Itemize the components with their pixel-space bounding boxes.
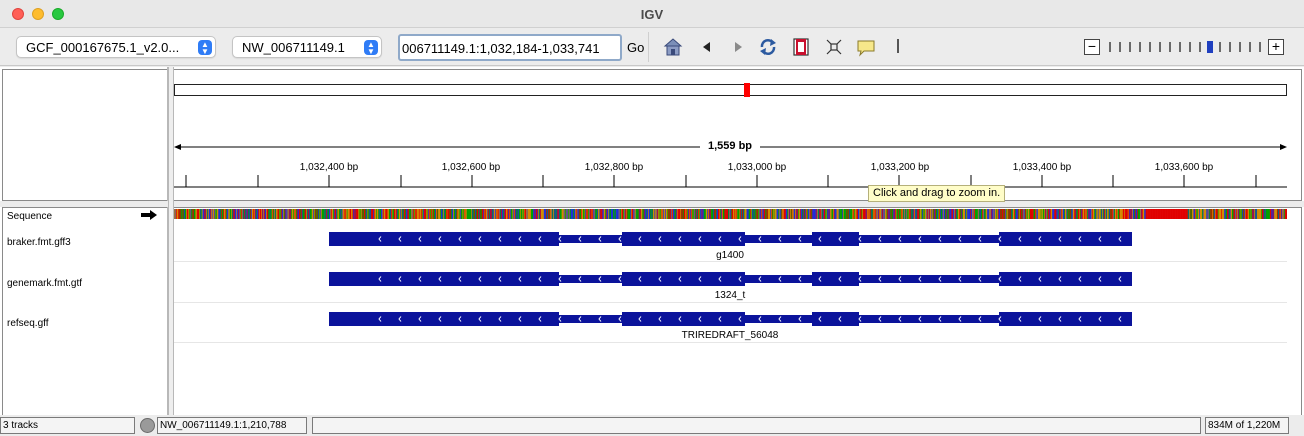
panel-divider[interactable]	[0, 201, 1304, 207]
strand-arrow-icon[interactable]	[141, 210, 157, 220]
chromosome-ideogram[interactable]	[174, 84, 1287, 96]
status-indicator-icon	[140, 418, 155, 433]
roi-icon[interactable]	[791, 37, 811, 57]
gene-feature-genemark[interactable]	[329, 272, 1132, 286]
window-title: IGV	[640, 7, 664, 22]
fit-icon[interactable]	[824, 37, 844, 57]
feature-tracks[interactable]	[174, 222, 1287, 347]
home-icon[interactable]	[663, 37, 683, 57]
main-panel: 1,559 bp 1,032,400 bp 1,032,600 bp 1,032,8…	[0, 67, 1304, 415]
feature-label-refseq: TRIREDRAFT_56048	[681, 330, 779, 341]
zoom-tooltip: Click and drag to zoom in.	[868, 185, 1006, 202]
feature-label-braker: g1400	[716, 250, 744, 261]
locus-input[interactable]: 006711149.1:1,032,184-1,033,741	[398, 34, 622, 61]
status-track-count: 3 tracks	[0, 417, 135, 434]
refresh-icon[interactable]	[758, 37, 778, 57]
status-memory: 834M of 1,220M	[1205, 417, 1289, 434]
chromosome-select[interactable]: NW_006711149.1 ▲ ▼	[232, 36, 382, 58]
chevron-updown-icon: ▲ ▼	[364, 40, 378, 56]
go-button[interactable]: Go	[627, 40, 644, 55]
ruler-tick-label: 1,033,400 bp	[1012, 162, 1072, 173]
track-name-braker[interactable]: braker.fmt.gff3	[7, 237, 71, 248]
zoom-out-button[interactable]: −	[1084, 39, 1100, 55]
toolbar-divider	[897, 39, 899, 53]
zoom-slider-thumb	[1207, 41, 1213, 53]
chromosome-select-value: NW_006711149.1	[242, 40, 345, 55]
gene-feature-braker[interactable]	[329, 232, 1132, 246]
ruler-tick-label: 1,033,000 bp	[727, 162, 787, 173]
toolbar: GCF_000167675.1_v2.0... ▲ ▼ NW_006711149.…	[0, 28, 1304, 66]
ruler-tick-label: 1,032,400 bp	[299, 162, 359, 173]
feature-label-genemark: 1324_t	[714, 290, 746, 301]
back-icon[interactable]	[697, 37, 717, 57]
genome-select-value: GCF_000167675.1_v2.0...	[26, 40, 180, 55]
zoom-control[interactable]: − +	[1084, 39, 1286, 55]
sequence-track[interactable]	[174, 209, 1287, 219]
zoom-in-button[interactable]: +	[1268, 39, 1284, 55]
ruler-span-label: 1,559 bp	[707, 140, 753, 152]
ruler-tick-label: 1,033,600 bp	[1154, 162, 1214, 173]
track-name-refseq[interactable]: refseq.gff	[7, 318, 49, 329]
toolbar-divider	[648, 32, 649, 62]
chevron-updown-icon: ▲ ▼	[198, 40, 212, 56]
track-name-sequence[interactable]: Sequence	[7, 211, 52, 222]
genome-select[interactable]: GCF_000167675.1_v2.0... ▲ ▼	[16, 36, 216, 58]
zoom-slider[interactable]	[1106, 41, 1264, 53]
status-bar: 3 tracks NW_006711149.1:1,210,788 834M o…	[0, 415, 1304, 436]
forward-icon[interactable]	[728, 37, 748, 57]
gene-feature-refseq[interactable]	[329, 312, 1132, 326]
title-bar: IGV	[0, 0, 1304, 28]
ruler-tick-label: 1,032,600 bp	[441, 162, 501, 173]
ruler-tick-label: 1,033,200 bp	[870, 162, 930, 173]
ideogram-current-region	[744, 83, 750, 97]
status-position: NW_006711149.1:1,210,788	[157, 417, 307, 434]
popup-info-icon[interactable]	[856, 37, 876, 57]
track-name-genemark[interactable]: genemark.fmt.gtf	[7, 278, 82, 289]
status-message	[312, 417, 1201, 434]
ruler-tick-label: 1,032,800 bp	[584, 162, 644, 173]
